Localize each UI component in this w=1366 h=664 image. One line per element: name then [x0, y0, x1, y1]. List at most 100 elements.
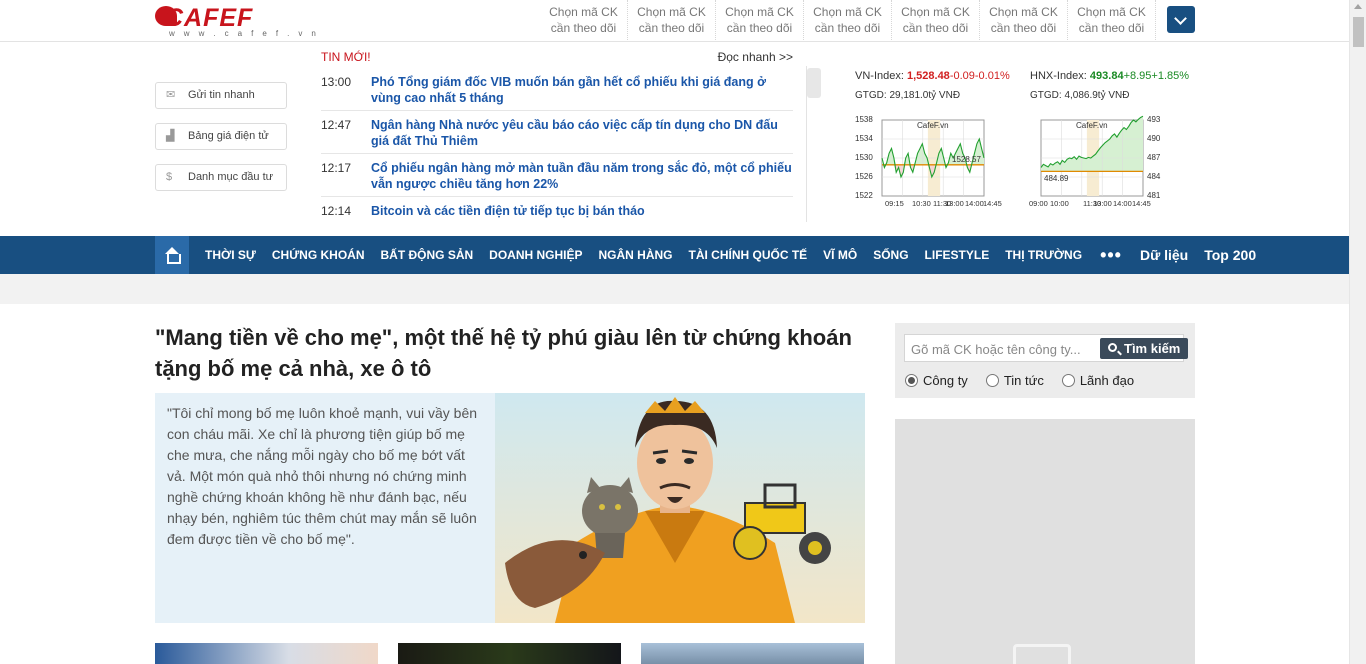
watch-slot-line2: cần theo dõi [638, 21, 705, 35]
price-board-link[interactable]: ▟ Bảng giá điện tử [155, 123, 287, 150]
news-title-link[interactable]: Phó Tổng giám đốc VIB muốn bán gần hết c… [371, 74, 793, 106]
reference-value-label: 484.89 [1044, 174, 1069, 184]
watch-slot-line2: cần theo dõi [726, 21, 793, 35]
y-tick-label: 1526 [855, 172, 873, 181]
scrollbar-thumb[interactable] [1353, 17, 1364, 47]
stock-search-panel: Tìm kiếm Công ty Tin tức Lãnh đạo [895, 323, 1195, 398]
x-tick-label: 09:00 [1029, 199, 1048, 208]
search-box: Tìm kiếm [904, 334, 1188, 362]
page-scrollbar[interactable] [1349, 0, 1366, 664]
chart-icon: ▟ [166, 130, 175, 142]
x-tick-label: 13:00 [1093, 199, 1112, 208]
vnindex-chart[interactable]: CafeF.vn 1528.57 1538 1534 1530 1526 1522 09:15… [855, 115, 1020, 210]
watch-slot-line1: Chọn mã CK [813, 5, 882, 19]
nav-item[interactable]: LIFESTYLE [917, 248, 998, 262]
x-tick-label: 14:45 [983, 199, 1002, 208]
watch-slot-line1: Chọn mã CK [901, 5, 970, 19]
x-tick-label: 10:00 [1050, 199, 1069, 208]
stock-search-input[interactable] [911, 340, 1091, 358]
ticker-scrollbar[interactable] [806, 66, 821, 222]
expand-watchlist-button[interactable] [1167, 6, 1195, 33]
news-title-link[interactable]: Ngân hàng Nhà nước yêu cầu báo cáo việc … [371, 117, 793, 149]
radio-icon[interactable] [985, 374, 999, 387]
news-time: 12:17 [321, 161, 352, 175]
quick-link-label: Bảng giá điện tử [188, 130, 269, 142]
article-thumbnail-1[interactable] [155, 643, 378, 664]
cafef-homepage: CAFEF w w w . c a f e f . v n Chọn mã CK… [0, 0, 1366, 664]
article-thumbnail-3[interactable] [641, 643, 864, 664]
quick-link-label: Gửi tin nhanh [188, 89, 255, 101]
ticker-news-item[interactable]: 12:17 Cổ phiếu ngân hàng mở màn tuần đầu … [321, 154, 793, 197]
featured-story[interactable]: "Tôi chỉ mong bố mẹ luôn khoẻ mạnh, vui … [155, 393, 865, 623]
send-news-link[interactable]: ✉ Gửi tin nhanh [155, 82, 287, 109]
stock-watch-slot[interactable]: Chọn mã CK cần theo dõi [628, 0, 716, 40]
index-name: HNX-Index: [1030, 70, 1087, 82]
ad-placeholder-icon [1013, 644, 1071, 664]
scroll-up-icon[interactable] [1354, 4, 1362, 9]
quick-link-label: Danh mục đầu tư [188, 171, 274, 183]
nav-top200-link[interactable]: Top 200 [1196, 247, 1264, 263]
radio-icon[interactable] [905, 374, 918, 387]
nav-item[interactable]: DOANH NGHIỆP [481, 248, 590, 262]
radio-icon[interactable] [1061, 374, 1075, 387]
article-thumbnail-2[interactable] [398, 643, 621, 664]
nav-item[interactable]: THỜI SỰ [197, 248, 264, 262]
watch-slot-line2: cần theo dõi [902, 21, 969, 35]
ticker-news-item[interactable]: 12:14 Bitcoin và các tiền điện tử tiếp tụ… [321, 197, 793, 223]
x-tick-label: 09:15 [885, 199, 904, 208]
y-tick-label: 490 [1147, 134, 1161, 143]
watch-slot-line2: cần theo dõi [990, 21, 1057, 35]
search-scope-radio[interactable]: Lãnh đạo [1061, 373, 1134, 388]
watch-slot-line1: Chọn mã CK [989, 5, 1058, 19]
stock-watch-slot[interactable]: Chọn mã CK cần theo dõi [540, 0, 628, 40]
stock-watch-slot[interactable]: Chọn mã CK cần theo dõi [716, 0, 804, 40]
nav-item[interactable]: CHỨNG KHOÁN [264, 248, 373, 262]
watch-slot-line1: Chọn mã CK [549, 5, 618, 19]
ticker-news-item[interactable]: 12:47 Ngân hàng Nhà nước yêu cầu báo cáo … [321, 111, 793, 154]
hnxindex-chart[interactable]: CafeF.vn 484.89 493 490 487 484 481 09:00 10:00 1… [1029, 115, 1195, 210]
nav-item[interactable]: SỐNG [865, 248, 916, 262]
nav-item[interactable]: THỊ TRƯỜNG [997, 248, 1090, 262]
search-scope-radio[interactable]: Công ty [905, 373, 968, 388]
stock-watch-slot[interactable]: Chọn mã CK cần theo dõi [892, 0, 980, 40]
vnindex-summary[interactable]: VN-Index: 1,528.48-0.09-0.01% GTGD: 29,1… [855, 70, 1020, 101]
stock-watch-slot[interactable]: Chọn mã CK cần theo dõi [804, 0, 892, 40]
read-fast-link[interactable]: Đọc nhanh >> [718, 50, 793, 68]
stock-watch-slot[interactable]: Chọn mã CK cần theo dõi [1068, 0, 1156, 40]
search-scope-radio[interactable]: Tin tức [985, 373, 1044, 388]
news-time: 12:47 [321, 118, 352, 132]
nav-item[interactable]: BẤT ĐỘNG SẢN [372, 248, 481, 262]
nav-item[interactable]: TÀI CHÍNH QUỐC TẾ [681, 248, 816, 262]
search-button[interactable]: Tìm kiếm [1100, 338, 1188, 359]
x-tick-label: 14:45 [1132, 199, 1151, 208]
news-time: 13:00 [321, 75, 352, 89]
news-title-link[interactable]: Cổ phiếu ngân hàng mở màn tuần đầu năm t… [371, 160, 793, 192]
portfolio-link[interactable]: $ Danh mục đầu tư [155, 164, 287, 191]
y-tick-label: 1538 [855, 115, 873, 124]
nav-item[interactable]: VĨ MÔ [815, 248, 865, 262]
ticker-scroll-knob[interactable] [807, 68, 821, 98]
featured-quote: "Tôi chỉ mong bố mẹ luôn khoẻ mạnh, vui … [167, 405, 478, 547]
more-menu-icon[interactable]: ••• [1090, 245, 1132, 266]
stock-watch-slot[interactable]: Chọn mã CK cần theo dõi [980, 0, 1068, 40]
featured-illustration[interactable] [495, 393, 865, 623]
nav-data-link[interactable]: Dữ liệu [1132, 247, 1196, 263]
news-title-link[interactable]: Bitcoin và các tiền điện tử tiếp tục bị … [371, 203, 793, 219]
watch-slot-line2: cần theo dõi [814, 21, 881, 35]
ticker-news-item[interactable]: 13:00 Phó Tổng giám đốc VIB muốn bán gần … [321, 68, 793, 111]
watch-slot-line1: Chọn mã CK [725, 5, 794, 19]
chart-watermark: CafeF.vn [1076, 121, 1108, 130]
index-value: 493.84 [1089, 70, 1124, 82]
x-tick-label: 13:00 [945, 199, 964, 208]
index-name: VN-Index: [855, 70, 904, 82]
reference-value-label: 1528.57 [952, 154, 981, 164]
home-icon[interactable] [155, 236, 189, 274]
ad-band [0, 274, 1349, 304]
cafef-logo[interactable]: CAFEF w w w . c a f e f . v n [155, 3, 335, 39]
hnxindex-summary[interactable]: HNX-Index: 493.84+8.95+1.85% GTGD: 4,086… [1030, 70, 1195, 101]
watch-slot-line2: cần theo dõi [1078, 21, 1145, 35]
radio-label: Tin tức [1003, 373, 1044, 388]
featured-headline[interactable]: "Mang tiền về cho mẹ", một thế hệ tỷ phú… [155, 322, 855, 384]
y-tick-label: 1534 [855, 134, 873, 143]
nav-item[interactable]: NGÂN HÀNG [591, 248, 681, 262]
